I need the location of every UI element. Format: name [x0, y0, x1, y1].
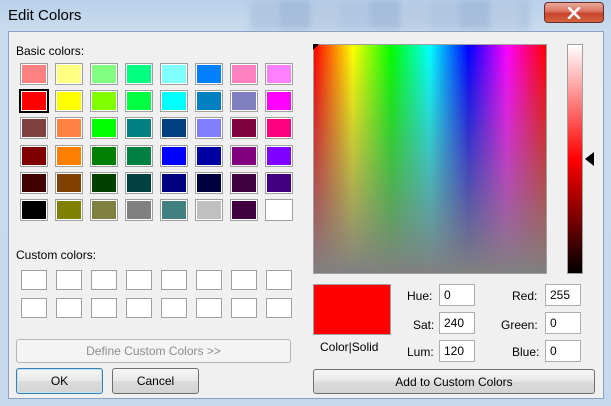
crosshair-cursor: [313, 44, 319, 50]
basic-color-swatch[interactable]: [195, 63, 223, 85]
basic-color-swatch[interactable]: [125, 199, 153, 221]
basic-color-swatch[interactable]: [195, 172, 223, 194]
custom-color-swatch[interactable]: [161, 270, 187, 290]
cancel-button[interactable]: Cancel: [112, 368, 199, 394]
hue-field[interactable]: 0: [439, 284, 475, 306]
basic-color-swatch[interactable]: [265, 172, 293, 194]
basic-color-swatch[interactable]: [55, 199, 83, 221]
basic-color-swatch[interactable]: [55, 145, 83, 167]
custom-color-swatch[interactable]: [196, 270, 222, 290]
basic-color-swatch[interactable]: [20, 117, 48, 139]
red-field[interactable]: 255: [545, 284, 581, 306]
basic-color-swatch[interactable]: [230, 172, 258, 194]
basic-color-swatch[interactable]: [90, 145, 118, 167]
custom-color-swatch[interactable]: [266, 298, 292, 318]
custom-color-swatch[interactable]: [21, 298, 47, 318]
basic-color-swatch[interactable]: [20, 90, 48, 112]
close-button[interactable]: [544, 2, 604, 23]
custom-color-swatch[interactable]: [266, 270, 292, 290]
luminosity-arrow-icon[interactable]: [585, 152, 594, 166]
basic-color-swatch[interactable]: [195, 199, 223, 221]
green-field[interactable]: 0: [545, 312, 581, 334]
lum-label: Lum:: [407, 345, 434, 359]
basic-colors-label: Basic colors:: [16, 44, 85, 58]
basic-color-swatch[interactable]: [90, 63, 118, 85]
basic-color-swatch[interactable]: [160, 117, 188, 139]
basic-color-swatch[interactable]: [20, 63, 48, 85]
basic-color-swatch[interactable]: [125, 90, 153, 112]
basic-color-swatch[interactable]: [55, 172, 83, 194]
basic-color-swatch[interactable]: [160, 145, 188, 167]
dialog-frame: Edit Colors Basic colors: Custom colors:…: [0, 0, 611, 406]
basic-color-swatch[interactable]: [20, 145, 48, 167]
define-custom-colors-button[interactable]: Define Custom Colors >>: [16, 339, 291, 363]
basic-color-swatch[interactable]: [125, 172, 153, 194]
basic-color-swatch[interactable]: [55, 63, 83, 85]
custom-color-swatch[interactable]: [91, 270, 117, 290]
add-to-custom-colors-button[interactable]: Add to Custom Colors: [313, 369, 595, 394]
close-icon: [567, 6, 581, 19]
blue-field[interactable]: 0: [545, 340, 581, 362]
basic-color-swatch[interactable]: [230, 63, 258, 85]
basic-color-swatch[interactable]: [265, 199, 293, 221]
custom-color-swatch[interactable]: [231, 270, 257, 290]
custom-color-swatch[interactable]: [91, 298, 117, 318]
basic-color-swatch[interactable]: [160, 90, 188, 112]
basic-color-swatch[interactable]: [230, 117, 258, 139]
basic-color-swatch[interactable]: [160, 199, 188, 221]
basic-color-swatch[interactable]: [55, 90, 83, 112]
basic-color-swatch[interactable]: [265, 63, 293, 85]
basic-color-swatch[interactable]: [195, 145, 223, 167]
red-label: Red:: [512, 289, 538, 303]
basic-color-swatch[interactable]: [55, 117, 83, 139]
basic-color-swatch[interactable]: [125, 145, 153, 167]
basic-color-swatch[interactable]: [20, 172, 48, 194]
basic-color-swatch[interactable]: [90, 90, 118, 112]
basic-color-swatch[interactable]: [90, 117, 118, 139]
ok-button[interactable]: OK: [16, 368, 103, 394]
custom-colors-label: Custom colors:: [16, 248, 97, 262]
custom-color-swatch[interactable]: [196, 298, 222, 318]
window-title: Edit Colors: [8, 7, 82, 24]
background-blur: [250, 0, 530, 30]
basic-color-swatch[interactable]: [265, 90, 293, 112]
color-spectrum[interactable]: [313, 44, 547, 274]
basic-color-swatch[interactable]: [230, 199, 258, 221]
basic-color-swatch[interactable]: [20, 199, 48, 221]
color-preview: [313, 284, 391, 335]
sat-field[interactable]: 240: [439, 312, 475, 334]
basic-color-swatch[interactable]: [125, 63, 153, 85]
custom-color-swatch[interactable]: [21, 270, 47, 290]
color-solid-label: Color|Solid: [320, 340, 379, 354]
luminosity-slider[interactable]: [567, 44, 583, 274]
blue-label: Blue:: [512, 345, 540, 359]
custom-color-swatch[interactable]: [56, 270, 82, 290]
basic-color-swatch[interactable]: [265, 117, 293, 139]
custom-color-swatch[interactable]: [126, 270, 152, 290]
custom-color-swatch[interactable]: [161, 298, 187, 318]
basic-color-swatch[interactable]: [160, 63, 188, 85]
basic-color-swatch[interactable]: [160, 172, 188, 194]
lum-field[interactable]: 120: [439, 340, 475, 362]
basic-color-swatch[interactable]: [90, 199, 118, 221]
basic-color-swatch[interactable]: [90, 172, 118, 194]
green-label: Green:: [501, 318, 538, 332]
basic-color-swatch[interactable]: [195, 117, 223, 139]
custom-color-swatch[interactable]: [126, 298, 152, 318]
basic-color-swatch[interactable]: [230, 90, 258, 112]
dialog-client: Basic colors: Custom colors: Define Cust…: [8, 31, 604, 399]
hue-label: Hue:: [407, 289, 433, 303]
basic-color-swatch[interactable]: [265, 145, 293, 167]
custom-color-swatch[interactable]: [231, 298, 257, 318]
basic-color-swatch[interactable]: [230, 145, 258, 167]
sat-label: Sat:: [413, 318, 435, 332]
custom-color-swatch[interactable]: [56, 298, 82, 318]
basic-color-swatch[interactable]: [125, 117, 153, 139]
basic-color-swatch[interactable]: [195, 90, 223, 112]
